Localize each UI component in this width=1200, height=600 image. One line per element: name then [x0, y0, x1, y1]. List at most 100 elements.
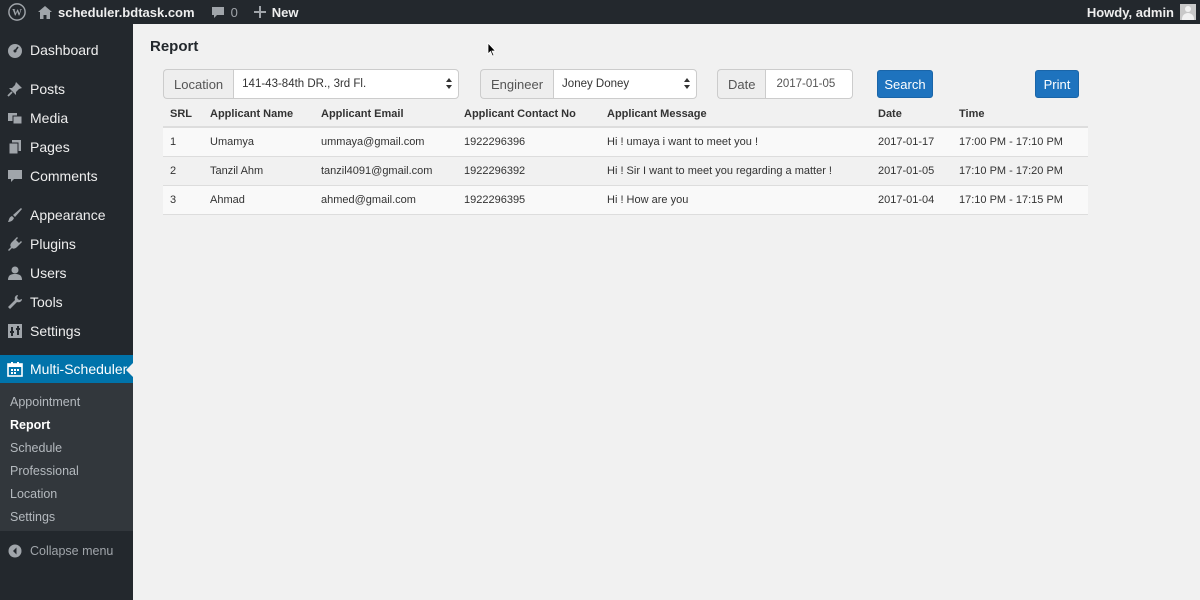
menu-item-pages[interactable]: Pages	[0, 132, 133, 161]
menu-item-users[interactable]: Users	[0, 258, 133, 287]
plus-icon	[253, 6, 266, 18]
cell-contact: 1922296392	[457, 156, 600, 186]
cell-email: tanzil4091@gmail.com	[314, 156, 457, 186]
submenu-item-settings[interactable]: Settings	[10, 510, 55, 524]
cell-date: 2017-01-17	[871, 127, 952, 157]
menu-item-media[interactable]: Media	[0, 103, 133, 132]
svg-text:W: W	[12, 8, 22, 19]
menu-label-tools: Tools	[30, 293, 63, 310]
column-header-time: Time	[952, 101, 1088, 128]
cell-contact: 1922296396	[457, 127, 600, 157]
date-filter: Date 2017-01-05	[717, 69, 854, 99]
cell-contact: 1922296395	[457, 185, 600, 215]
location-filter: Location 141-43-84th DR., 3rd Fl.	[163, 69, 460, 99]
menu-item-tools[interactable]: Tools	[0, 287, 133, 316]
engineer-filter: Engineer Joney Doney	[480, 69, 698, 99]
cell-time: 17:10 PM - 17:20 PM	[952, 156, 1088, 186]
engineer-select-value: Joney Doney	[562, 78, 630, 90]
wordpress-logo-icon[interactable]: W	[0, 0, 34, 24]
greeting-label: Howdy, admin	[1086, 4, 1174, 20]
comment-bubble-icon	[211, 6, 225, 19]
menu-item-appearance[interactable]: Appearance	[0, 200, 133, 229]
cell-email: ummaya@gmail.com	[314, 127, 457, 157]
calendar-icon	[0, 361, 30, 377]
menu-item-multi-scheduler[interactable]: Multi-Scheduler	[0, 355, 133, 383]
submenu-item-professional[interactable]: Professional	[10, 464, 79, 478]
menu-label-settings: Settings	[30, 322, 81, 339]
table-row: 1 Umamya ummaya@gmail.com 1922296396 Hi …	[163, 127, 1088, 157]
new-content-link[interactable]: New	[246, 0, 307, 24]
column-header-srl: SRL	[163, 101, 203, 128]
brush-icon	[0, 207, 30, 223]
report-table: SRL Applicant Name Applicant Email Appli…	[163, 101, 1088, 215]
print-button[interactable]: Print	[1035, 70, 1079, 98]
cell-name: Tanzil Ahm	[203, 156, 314, 186]
menu-label-dashboard: Dashboard	[30, 41, 99, 58]
engineer-label: Engineer	[480, 69, 554, 99]
plug-icon	[0, 236, 30, 252]
column-header-contact: Applicant Contact No	[457, 101, 600, 128]
menu-item-posts[interactable]: Posts	[0, 74, 133, 103]
comment-icon	[0, 168, 30, 184]
menu-item-plugins[interactable]: Plugins	[0, 229, 133, 258]
submenu-item-appointment[interactable]: Appointment	[10, 395, 80, 409]
menu-label-posts: Posts	[30, 80, 66, 97]
site-name-link[interactable]: scheduler.bdtask.com	[34, 0, 203, 24]
engineer-select[interactable]: Joney Doney	[553, 69, 698, 99]
table-row: 2 Tanzil Ahm tanzil4091@gmail.com 192229…	[163, 156, 1088, 186]
admin-bar: W scheduler.bdtask.com 0 New Howdy, admi…	[0, 0, 1200, 24]
menu-item-comments[interactable]: Comments	[0, 161, 133, 190]
table-header-row: SRL Applicant Name Applicant Email Appli…	[163, 101, 1088, 128]
submenu-item-schedule[interactable]: Schedule	[10, 441, 62, 455]
location-label: Location	[163, 69, 234, 99]
cell-name: Umamya	[203, 127, 314, 157]
menu-label-appearance: Appearance	[30, 206, 106, 223]
date-label: Date	[717, 69, 766, 99]
cell-date: 2017-01-05	[871, 156, 952, 186]
cell-time: 17:10 PM - 17:15 PM	[952, 185, 1088, 215]
cell-srl: 3	[163, 185, 203, 215]
cell-time: 17:00 PM - 17:10 PM	[952, 127, 1088, 157]
menu-label-pages: Pages	[30, 138, 70, 155]
submenu-item-report[interactable]: Report	[10, 418, 50, 432]
my-account-link[interactable]: Howdy, admin	[1079, 0, 1200, 24]
cell-message: Hi ! umaya i want to meet you !	[600, 127, 871, 157]
menu-item-settings[interactable]: Settings	[0, 316, 133, 345]
column-header-name: Applicant Name	[203, 101, 314, 128]
page-title: Report	[150, 38, 199, 55]
new-label: New	[271, 4, 299, 20]
menu-item-dashboard[interactable]: Dashboard	[0, 35, 133, 64]
cell-message: Hi ! How are you	[600, 185, 871, 215]
menu-label-users: Users	[30, 264, 67, 281]
avatar	[1180, 4, 1196, 20]
multi-scheduler-submenu: Appointment Report Schedule Professional…	[0, 383, 133, 531]
collapse-menu-button[interactable]: Collapse menu	[0, 540, 133, 562]
menu-label-multi-scheduler: Multi-Scheduler	[30, 361, 128, 377]
date-input[interactable]: 2017-01-05	[765, 69, 854, 99]
pin-icon	[0, 81, 30, 97]
collapse-menu-label: Collapse menu	[30, 544, 114, 558]
menu-label-media: Media	[30, 109, 69, 126]
settings-icon	[0, 323, 30, 339]
menu-label-plugins: Plugins	[30, 235, 76, 252]
dashboard-icon	[0, 42, 30, 58]
comments-link[interactable]: 0	[203, 0, 246, 24]
table-row: 3 Ahmad ahmed@gmail.com 1922296395 Hi ! …	[163, 185, 1088, 215]
submenu-item-location[interactable]: Location	[10, 487, 57, 501]
column-header-email: Applicant Email	[314, 101, 457, 128]
admin-sidebar: Dashboard Posts Media Pages Comments App…	[0, 24, 133, 600]
cell-name: Ahmad	[203, 185, 314, 215]
menu-label-comments: Comments	[30, 167, 98, 184]
collapse-arrow-icon	[0, 544, 30, 558]
cell-srl: 1	[163, 127, 203, 157]
wrench-icon	[0, 294, 30, 310]
pages-icon	[0, 139, 30, 155]
search-button[interactable]: Search	[877, 70, 933, 98]
user-icon	[0, 265, 30, 281]
site-name-label: scheduler.bdtask.com	[58, 4, 195, 20]
column-header-date: Date	[871, 101, 952, 128]
mouse-cursor-icon	[487, 41, 497, 61]
location-select[interactable]: 141-43-84th DR., 3rd Fl.	[233, 69, 460, 99]
cell-email: ahmed@gmail.com	[314, 185, 457, 215]
column-header-message: Applicant Message	[600, 101, 871, 128]
